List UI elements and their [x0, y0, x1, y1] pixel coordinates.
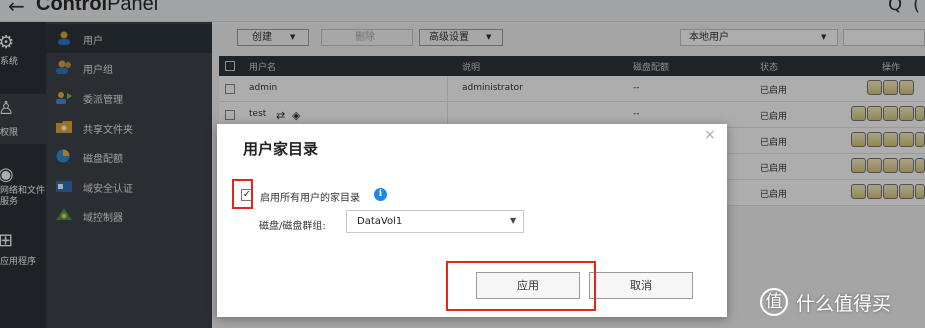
highlight-checkbox-box: [232, 179, 253, 209]
volume-select[interactable]: DataVol1 ▼: [346, 210, 524, 233]
dialog-title: 用户家目录: [243, 140, 319, 158]
info-icon[interactable]: i: [374, 188, 387, 201]
close-icon[interactable]: ×: [704, 127, 716, 143]
highlight-apply-box: [446, 261, 596, 311]
chevron-down-icon: ▼: [510, 216, 517, 225]
cancel-button[interactable]: 取消: [589, 272, 693, 299]
enable-home-label: 启用所有用户的家目录: [260, 193, 360, 204]
volume-field-label: 磁盘/磁盘群组:: [259, 221, 326, 232]
watermark-text: 什么值得买: [796, 293, 892, 315]
brand-logo-icon: 值: [760, 288, 788, 316]
